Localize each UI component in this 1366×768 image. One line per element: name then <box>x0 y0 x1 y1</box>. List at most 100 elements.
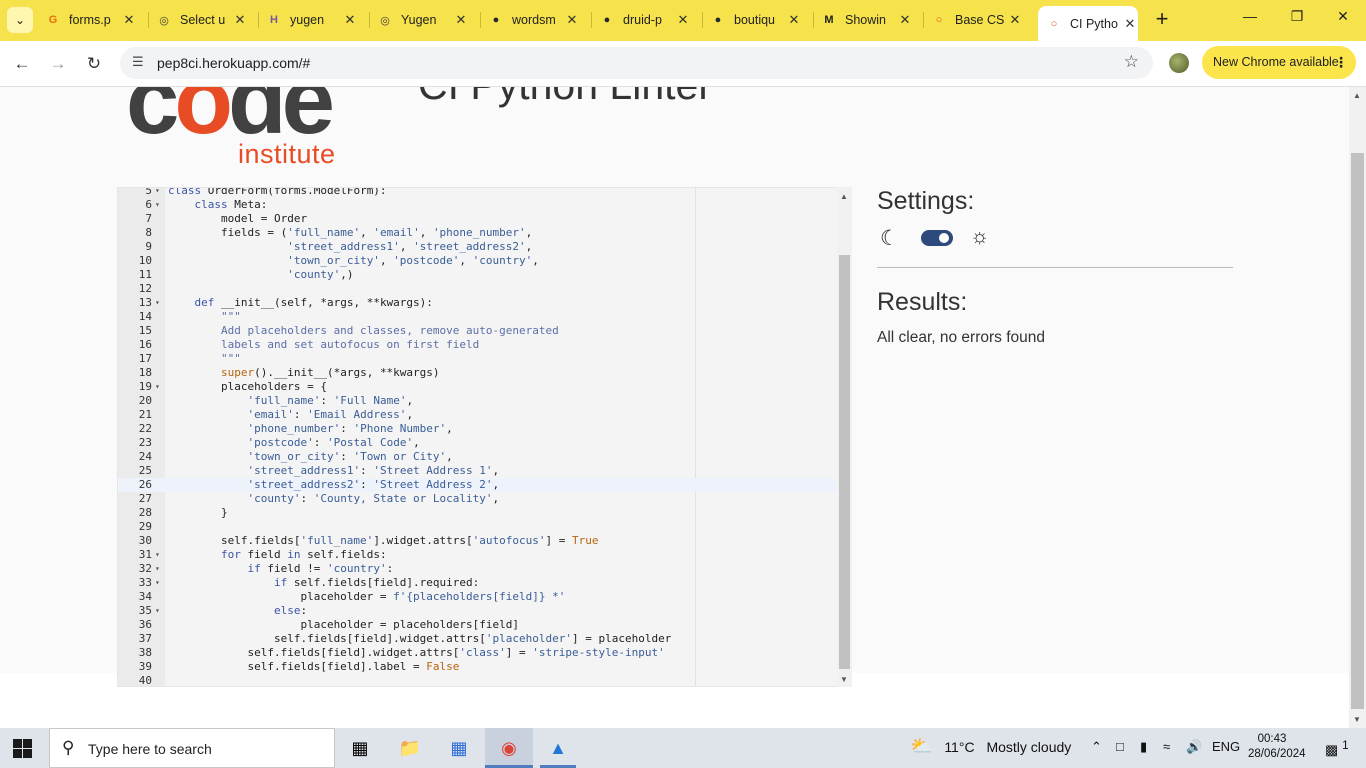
browser-tab[interactable]: ● boutiqu ✕ <box>710 6 802 34</box>
windows-start-button[interactable] <box>13 739 32 758</box>
fold-toggle-icon[interactable]: ▾ <box>155 576 164 590</box>
browser-tab[interactable]: ○ Base CS ✕ <box>931 6 1023 34</box>
code-line[interactable]: 40 <box>118 674 851 686</box>
tab-search-button[interactable]: ⌄ <box>7 7 33 33</box>
browser-tab[interactable]: ● druid-p ✕ <box>599 6 691 34</box>
code-line[interactable]: 10 'town_or_city', 'postcode', 'country'… <box>118 254 851 268</box>
code-line[interactable]: 8 fields = ('full_name', 'email', 'phone… <box>118 226 851 240</box>
photos-icon[interactable]: ▲ <box>544 734 572 762</box>
code-line[interactable]: 30 self.fields['full_name'].widget.attrs… <box>118 534 851 548</box>
back-button[interactable]: ← <box>9 51 35 77</box>
close-tab-icon[interactable]: ✕ <box>897 12 913 28</box>
code-line[interactable]: 21 'email': 'Email Address', <box>118 408 851 422</box>
browser-tab[interactable]: Gforms.p ✕ <box>45 6 137 34</box>
browser-tab[interactable]: ○ CI Pytho ✕ <box>1038 6 1138 41</box>
code-line[interactable]: 27 'county': 'County, State or Locality'… <box>118 492 851 506</box>
close-tab-icon[interactable]: ✕ <box>232 12 248 28</box>
code-line[interactable]: 26 'street_address2': 'Street Address 2'… <box>118 478 851 492</box>
close-tab-icon[interactable]: ✕ <box>342 12 358 28</box>
code-line[interactable]: 20 'full_name': 'Full Name', <box>118 394 851 408</box>
microsoft-store-icon[interactable]: ▦ <box>445 734 473 762</box>
close-tab-icon[interactable]: ✕ <box>564 12 580 28</box>
browser-tab[interactable]: ● wordsm ✕ <box>488 6 580 34</box>
page-scrollbar[interactable]: ▲ ▼ <box>1349 87 1366 728</box>
browser-tab[interactable]: M Showin ✕ <box>821 6 913 34</box>
fold-toggle-icon[interactable]: ▾ <box>155 296 164 310</box>
browser-tab[interactable]: Hyugen ✕ <box>266 6 358 34</box>
show-hidden-icons-chevron-icon[interactable]: ⌃ <box>1091 739 1102 755</box>
browser-tab[interactable]: ◎ Yugen ✕ <box>377 6 469 34</box>
new-chrome-available-button[interactable]: New Chrome available ⋮ <box>1202 46 1356 79</box>
close-tab-icon[interactable]: ✕ <box>786 12 802 28</box>
code-line[interactable]: 18 super().__init__(*args, **kwargs) <box>118 366 851 380</box>
language-indicator[interactable]: ENG <box>1212 739 1240 754</box>
code-line[interactable]: 15 Add placeholders and classes, remove … <box>118 324 851 338</box>
page-scroll-up-icon[interactable]: ▲ <box>1353 91 1361 100</box>
code-line[interactable]: 5 ▾ class OrderForm(forms.ModelForm): <box>118 188 851 198</box>
weather-widget[interactable]: ⛅ 11°C Mostly cloudy <box>910 736 1071 757</box>
forward-button[interactable]: → <box>45 51 71 77</box>
editor-scroll-thumb[interactable] <box>839 255 850 669</box>
code-line[interactable]: 9 'street_address1', 'street_address2', <box>118 240 851 254</box>
fold-toggle-icon[interactable]: ▾ <box>155 562 164 576</box>
code-line[interactable]: 7 model = Order <box>118 212 851 226</box>
close-tab-icon[interactable]: ✕ <box>453 12 469 28</box>
notification-center-button[interactable]: ▩ 1 <box>1325 739 1349 759</box>
close-tab-icon[interactable]: ✕ <box>675 12 691 28</box>
code-line[interactable]: 35 ▾ else: <box>118 604 851 618</box>
code-line[interactable]: 16 labels and set autofocus on first fie… <box>118 338 851 352</box>
code-line[interactable]: 11 'county',) <box>118 268 851 282</box>
close-tab-icon[interactable]: ✕ <box>121 12 137 28</box>
profile-avatar[interactable] <box>1169 53 1189 73</box>
battery-icon[interactable]: ▮ <box>1140 739 1147 755</box>
code-line[interactable]: 28 } <box>118 506 851 520</box>
bookmark-star-icon[interactable]: ☆ <box>1124 52 1139 72</box>
code-line[interactable]: 29 <box>118 520 851 534</box>
code-line[interactable]: 25 'street_address1': 'Street Address 1'… <box>118 464 851 478</box>
close-tab-icon[interactable]: ✕ <box>1122 16 1138 32</box>
editor-scrollbar[interactable]: ▲ ▼ <box>837 187 852 687</box>
fold-toggle-icon[interactable]: ▾ <box>155 188 164 198</box>
taskbar-search[interactable]: ⚲ Type here to search <box>49 728 335 768</box>
task-view-icon[interactable]: ▦ <box>346 734 374 762</box>
code-line[interactable]: 14 """ <box>118 310 851 324</box>
minimize-button[interactable]: — <box>1240 8 1260 24</box>
code-line[interactable]: 19 ▾ placeholders = { <box>118 380 851 394</box>
code-line[interactable]: 22 'phone_number': 'Phone Number', <box>118 422 851 436</box>
close-tab-icon[interactable]: ✕ <box>1007 12 1023 28</box>
code-line[interactable]: 34 placeholder = f'{placeholders[field]}… <box>118 590 851 604</box>
fold-toggle-icon[interactable]: ▾ <box>155 548 164 562</box>
code-line[interactable]: 24 'town_or_city': 'Town or City', <box>118 450 851 464</box>
code-line[interactable]: 6 ▾ class Meta: <box>118 198 851 212</box>
more-menu-icon[interactable]: ⋮ <box>1334 46 1348 79</box>
page-scroll-thumb[interactable] <box>1351 153 1364 709</box>
code-line[interactable]: 32 ▾ if field != 'country': <box>118 562 851 576</box>
code-line[interactable]: 39 self.fields[field].label = False <box>118 660 851 674</box>
site-settings-icon[interactable]: ☰ <box>132 54 144 70</box>
code-editor[interactable]: 5 ▾ class OrderForm(forms.ModelForm): 6 ▾ cl… <box>117 187 852 687</box>
code-line[interactable]: 38 self.fields[field].widget.attrs['clas… <box>118 646 851 660</box>
url-text[interactable]: pep8ci.herokuapp.com/# <box>157 55 310 71</box>
code-line[interactable]: 23 'postcode': 'Postal Code', <box>118 436 851 450</box>
chrome-icon[interactable]: ◉ <box>495 734 523 762</box>
code-line[interactable]: 31 ▾ for field in self.fields: <box>118 548 851 562</box>
device-icon[interactable]: □ <box>1116 739 1124 754</box>
browser-tab[interactable]: ◎ Select u ✕ <box>156 6 248 34</box>
file-explorer-icon[interactable]: 📁 <box>396 734 424 762</box>
new-tab-button[interactable]: + <box>1152 8 1172 32</box>
system-clock[interactable]: 00:43 28/06/2024 <box>1248 732 1306 762</box>
code-line[interactable]: 17 """ <box>118 352 851 366</box>
restore-button[interactable]: ❐ <box>1287 8 1307 25</box>
page-scroll-down-icon[interactable]: ▼ <box>1353 715 1361 724</box>
fold-toggle-icon[interactable]: ▾ <box>155 604 164 618</box>
reload-button[interactable]: ↻ <box>81 51 107 77</box>
code-lines[interactable]: 5 ▾ class OrderForm(forms.ModelForm): 6 ▾ cl… <box>118 188 851 686</box>
code-line[interactable]: 12 <box>118 282 851 296</box>
wifi-icon[interactable]: ≈ <box>1163 739 1170 754</box>
fold-toggle-icon[interactable]: ▾ <box>155 380 164 394</box>
theme-toggle[interactable] <box>921 230 953 246</box>
code-line[interactable]: 37 self.fields[field].widget.attrs['plac… <box>118 632 851 646</box>
code-line[interactable]: 36 placeholder = placeholders[field] <box>118 618 851 632</box>
scroll-up-icon[interactable]: ▲ <box>840 192 848 201</box>
scroll-down-icon[interactable]: ▼ <box>840 675 848 684</box>
